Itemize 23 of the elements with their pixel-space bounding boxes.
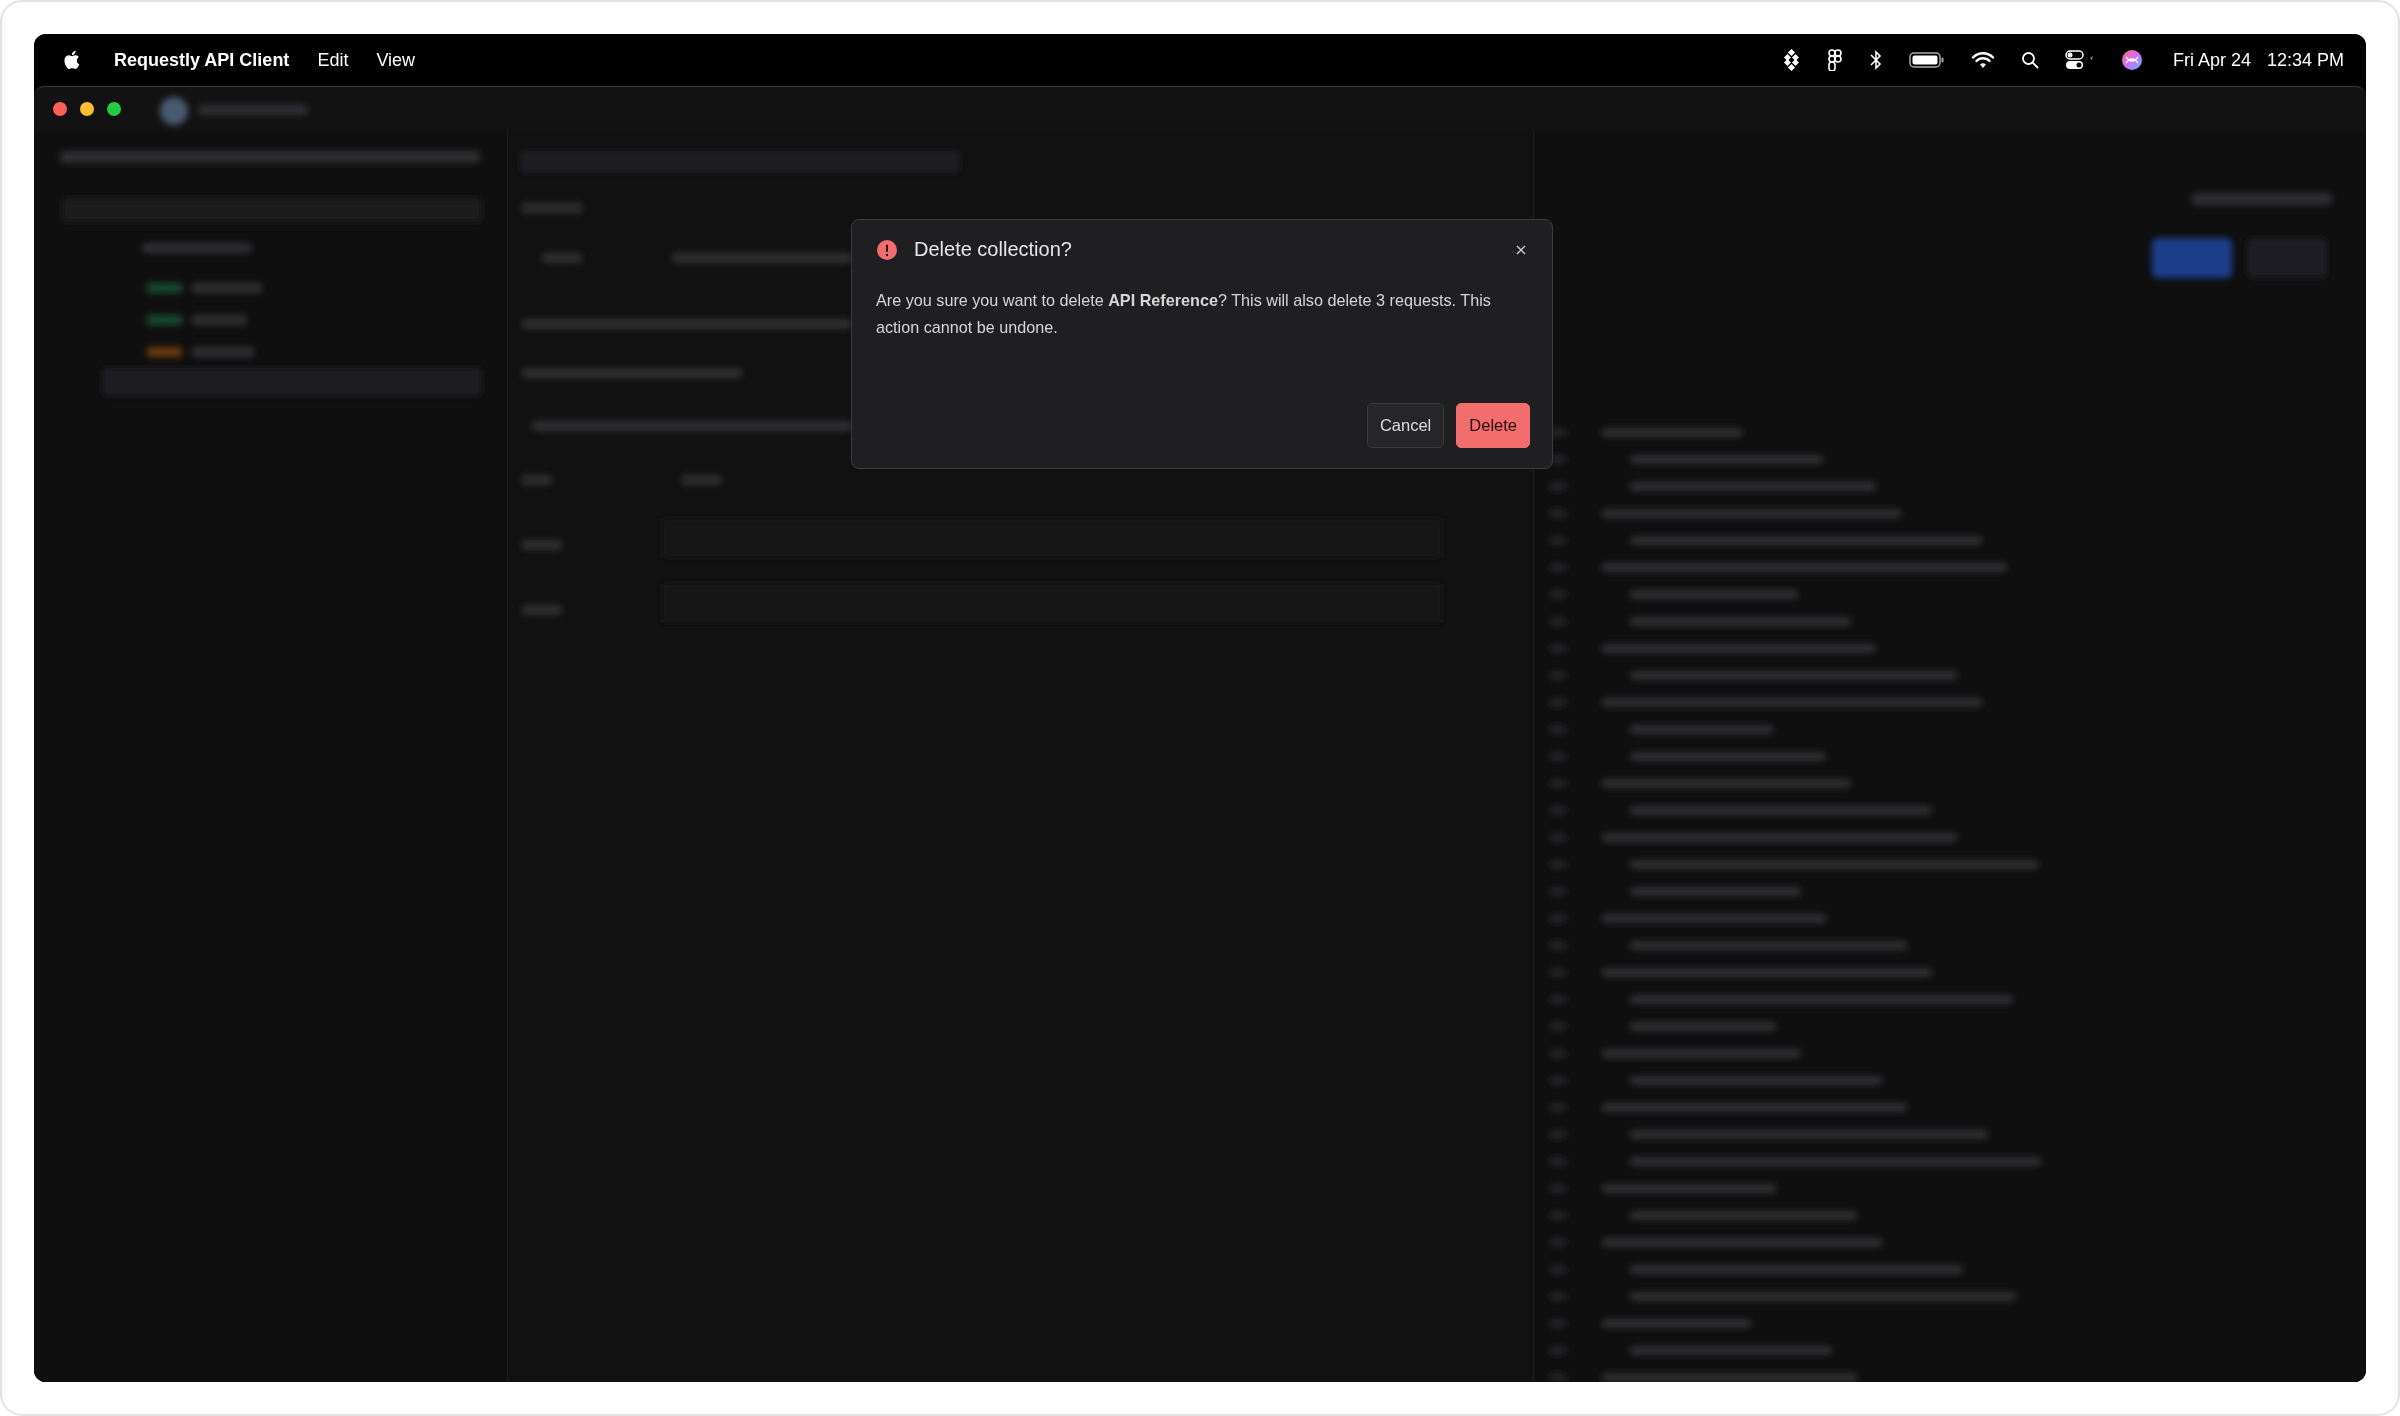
toggle-switches-icon[interactable]: [2064, 50, 2095, 70]
close-icon[interactable]: [1516, 244, 1526, 255]
delete-button[interactable]: Delete: [1456, 403, 1530, 448]
dialog-title: Delete collection?: [914, 238, 1073, 261]
close-window-button[interactable]: [53, 102, 67, 116]
apple-icon[interactable]: [62, 49, 80, 71]
battery-icon[interactable]: [1908, 51, 1945, 69]
menu-item[interactable]: View: [376, 49, 416, 71]
minimize-window-button[interactable]: [80, 102, 94, 116]
shapes-icon[interactable]: [1826, 49, 1843, 71]
alert-icon: [876, 238, 898, 261]
zoom-window-button[interactable]: [107, 102, 121, 116]
menu-item[interactable]: Edit: [317, 49, 349, 71]
diamond-cluster-icon[interactable]: [1782, 49, 1801, 71]
wifi-icon[interactable]: [1970, 51, 1995, 69]
dialog-message: Are you sure you want to delete API Reference? This will also delete 3 requests. This action cannot be undone.: [876, 290, 1492, 338]
bluetooth-icon[interactable]: [1868, 49, 1883, 71]
colorful-orb-icon[interactable]: [2120, 49, 2143, 71]
menu-bar-time[interactable]: 12:34 PM: [2266, 49, 2344, 71]
menu-bar-date[interactable]: Fri Apr 24: [2172, 49, 2251, 71]
app-name-menu[interactable]: Requestly API Client: [114, 49, 290, 71]
cancel-button[interactable]: Cancel: [1366, 403, 1445, 448]
search-icon[interactable]: [2020, 51, 2039, 69]
